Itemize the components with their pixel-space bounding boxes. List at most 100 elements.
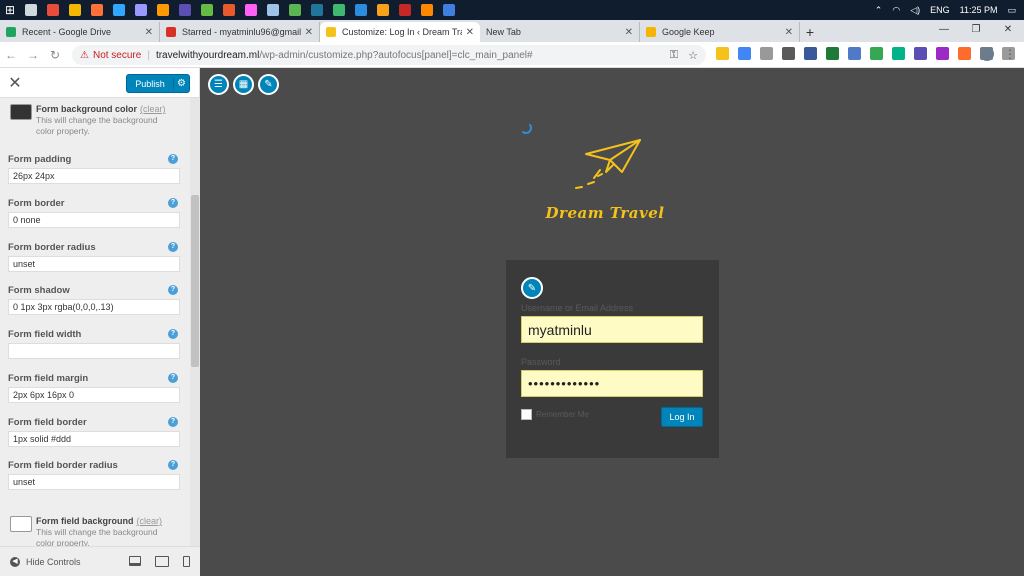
form-padding-input[interactable] <box>8 168 180 184</box>
photo-app-icon[interactable] <box>267 4 279 16</box>
android-icon[interactable] <box>289 4 301 16</box>
help-icon[interactable]: ? <box>168 242 178 252</box>
close-icon[interactable]: ✕ <box>466 27 474 38</box>
menu-kebab-icon[interactable]: ⋮ <box>1004 47 1016 61</box>
username-input[interactable] <box>521 316 703 343</box>
photoshop-icon[interactable] <box>113 4 125 16</box>
tab-customize[interactable]: Customize: Log In ‹ Dream Travel ✕ <box>320 22 480 42</box>
scrollbar-thumb[interactable] <box>191 195 199 367</box>
close-icon[interactable]: ✕ <box>785 27 793 38</box>
extension-icon[interactable] <box>760 47 773 60</box>
minimize-icon[interactable]: — <box>928 20 960 40</box>
form-border-input[interactable] <box>8 212 180 228</box>
tab-google-keep[interactable]: Google Keep ✕ <box>640 22 800 42</box>
extension-icon[interactable] <box>892 47 905 60</box>
form-field-width-input[interactable] <box>8 343 180 359</box>
bookmark-star-icon[interactable]: ☆ <box>688 49 698 62</box>
restore-icon[interactable]: ❐ <box>960 20 992 40</box>
windows-start-icon[interactable]: ⊞ <box>0 0 20 20</box>
camtasia-icon[interactable] <box>201 4 213 16</box>
notification-icon[interactable]: ▭ <box>1007 5 1016 16</box>
key-icon[interactable]: ⚿ <box>670 49 678 62</box>
login-button[interactable]: Log In <box>661 407 703 427</box>
chrome-alt-icon[interactable] <box>443 4 455 16</box>
file-explorer-icon[interactable] <box>69 4 81 16</box>
help-icon[interactable]: ? <box>168 417 178 427</box>
form-field-border-input[interactable] <box>8 431 180 447</box>
color-swatch[interactable] <box>10 104 32 120</box>
tab-google-drive[interactable]: Recent - Google Drive ✕ <box>0 22 160 42</box>
form-shadow-input[interactable] <box>8 299 180 315</box>
back-icon[interactable]: ← <box>0 48 22 62</box>
extension-icon[interactable] <box>716 47 729 60</box>
edit-pencil-icon[interactable]: ✎ <box>258 74 279 95</box>
tray-chevron-icon[interactable]: ⌃ <box>875 5 883 16</box>
form-field-border-radius-input[interactable] <box>8 474 180 490</box>
extension-icon[interactable] <box>914 47 927 60</box>
extension-icon[interactable] <box>738 47 751 60</box>
vscode-icon[interactable] <box>355 4 367 16</box>
extension-icon[interactable] <box>782 47 795 60</box>
mobile-preview-icon[interactable] <box>183 556 190 567</box>
premiere-icon[interactable] <box>135 4 147 16</box>
vlc-icon[interactable] <box>421 4 433 16</box>
layout-rows-icon[interactable]: ☰ <box>208 74 229 95</box>
clear-link[interactable]: (clear) <box>140 104 166 114</box>
extension-icon[interactable] <box>826 47 839 60</box>
help-icon[interactable]: ? <box>168 460 178 470</box>
new-tab-button[interactable]: + <box>800 22 820 42</box>
close-icon[interactable]: ✕ <box>145 27 153 38</box>
reload-icon[interactable]: ↻ <box>44 48 66 62</box>
close-icon[interactable]: ✕ <box>305 27 313 38</box>
wifi-icon[interactable]: ◠ <box>892 5 900 16</box>
extension-icon[interactable] <box>958 47 971 60</box>
app-c-icon[interactable] <box>223 4 235 16</box>
tab-gmail[interactable]: Starred - myatminlu96@gmail.co ✕ <box>160 22 320 42</box>
edit-pencil-icon[interactable]: ✎ <box>521 277 543 299</box>
tab-new-tab[interactable]: New Tab ✕ <box>480 22 640 42</box>
chrome-icon[interactable] <box>47 4 59 16</box>
tablet-preview-icon[interactable] <box>155 556 169 567</box>
desktop-preview-icon[interactable] <box>129 556 141 566</box>
password-input[interactable] <box>521 370 703 397</box>
extension-icon[interactable] <box>936 47 949 60</box>
firefox-icon[interactable] <box>91 4 103 16</box>
extension-icon[interactable] <box>804 47 817 60</box>
form-border-radius-input[interactable] <box>8 256 180 272</box>
extension-icon[interactable] <box>870 47 883 60</box>
globe-icon[interactable] <box>333 4 345 16</box>
address-bar[interactable]: ⚠ Not secure | travelwithyourdream.ml /w… <box>72 45 706 65</box>
publish-button[interactable]: Publish ⚙ <box>126 74 190 93</box>
security-label[interactable]: Not secure <box>93 50 141 61</box>
clear-link[interactable]: (clear) <box>137 516 163 526</box>
task-view-icon[interactable] <box>25 4 37 16</box>
filezilla-icon[interactable] <box>399 4 411 16</box>
volume-icon[interactable]: ◁) <box>910 5 920 16</box>
close-icon[interactable]: ✕ <box>625 27 633 38</box>
close-window-icon[interactable]: ✕ <box>992 20 1024 40</box>
adobe-xd-icon[interactable] <box>179 4 191 16</box>
form-field-margin-input[interactable] <box>8 387 180 403</box>
forward-icon[interactable]: → <box>22 48 44 62</box>
sidebar-scrollbar[interactable] <box>190 98 200 546</box>
layout-grid-icon[interactable]: ▦ <box>233 74 254 95</box>
wordpress-icon[interactable] <box>311 4 323 16</box>
language-indicator[interactable]: ENG <box>930 5 950 15</box>
profile-avatar[interactable] <box>980 47 994 61</box>
hide-controls-button[interactable]: ◀ Hide Controls <box>10 556 81 567</box>
gear-icon[interactable]: ⚙ <box>173 78 189 89</box>
help-icon[interactable]: ? <box>168 373 178 383</box>
color-swatch[interactable] <box>10 516 32 532</box>
remember-me[interactable]: Remember Me <box>521 409 589 420</box>
sublime-icon[interactable] <box>377 4 389 16</box>
xd-icon[interactable] <box>245 4 257 16</box>
remember-me-checkbox[interactable] <box>521 409 532 420</box>
help-icon[interactable]: ? <box>168 198 178 208</box>
extension-icon[interactable] <box>848 47 861 60</box>
illustrator-icon[interactable] <box>157 4 169 16</box>
help-icon[interactable]: ? <box>168 329 178 339</box>
clock[interactable]: 11:25 PM <box>960 5 998 15</box>
warning-icon[interactable]: ⚠ <box>80 50 89 61</box>
help-icon[interactable]: ? <box>168 285 178 295</box>
help-icon[interactable]: ? <box>168 154 178 164</box>
